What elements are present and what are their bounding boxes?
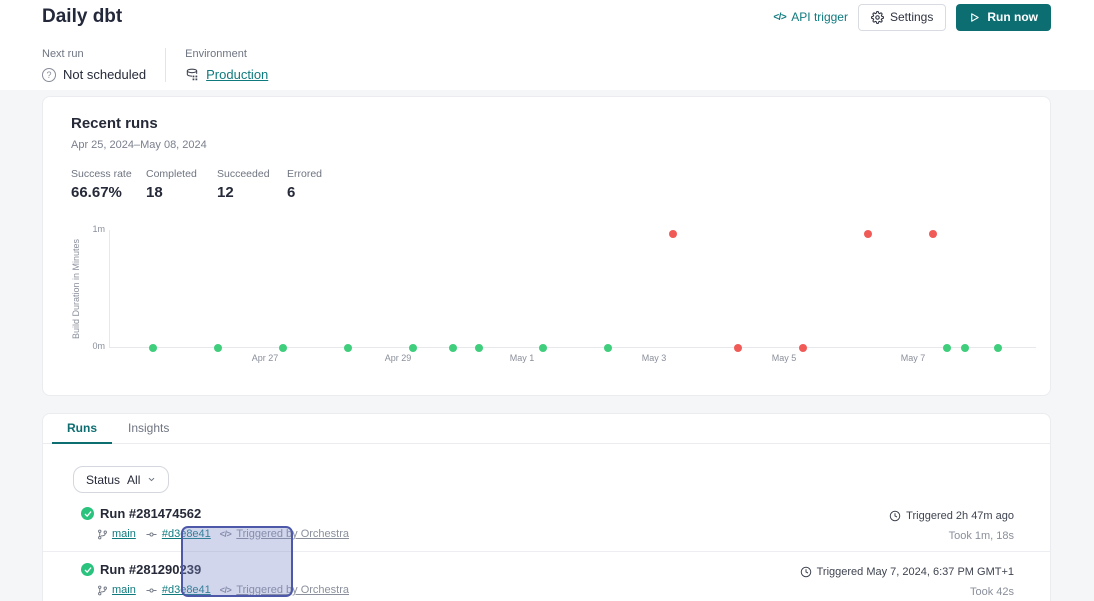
chart-point-success[interactable] bbox=[475, 344, 483, 352]
chart-point-success[interactable] bbox=[409, 344, 417, 352]
chevron-down-icon bbox=[147, 475, 156, 484]
run-meta: Triggered 2h 47m ago Took 1m, 18s bbox=[889, 506, 1014, 542]
took-text: Took 1m, 18s bbox=[889, 530, 1014, 542]
settings-button[interactable]: Settings bbox=[858, 4, 946, 31]
git-branch-icon bbox=[97, 529, 108, 540]
chart-point-error[interactable] bbox=[929, 230, 937, 238]
chart-y-tick-1m: 1m bbox=[81, 224, 105, 234]
settings-label: Settings bbox=[890, 10, 933, 24]
chart-point-error[interactable] bbox=[734, 344, 742, 352]
meta-divider bbox=[165, 48, 166, 82]
api-trigger-label: API trigger bbox=[791, 10, 848, 24]
chart-point-error[interactable] bbox=[669, 230, 677, 238]
recent-runs-title: Recent runs bbox=[71, 115, 1022, 132]
run-now-label: Run now bbox=[987, 10, 1038, 24]
next-run-value: Not scheduled bbox=[63, 67, 146, 82]
success-check-icon bbox=[81, 507, 94, 520]
triggered-text: Triggered May 7, 2024, 6:37 PM GMT+1 bbox=[817, 566, 1014, 578]
run-now-button[interactable]: Run now bbox=[956, 4, 1051, 31]
status-filter-value: All bbox=[127, 473, 140, 487]
clock-icon bbox=[889, 510, 901, 522]
chart-point-success[interactable] bbox=[604, 344, 612, 352]
run-list: Run #281474562 main bbox=[43, 506, 1050, 601]
stat-errored: Errored 6 bbox=[287, 168, 322, 201]
code-icon: </> bbox=[773, 12, 786, 23]
chart-plot: Apr 27Apr 29May 1May 3May 5May 7 bbox=[109, 230, 1036, 348]
chart-point-success[interactable] bbox=[994, 344, 1002, 352]
code-icon: </> bbox=[220, 529, 232, 539]
run-title: Run #281290239 bbox=[100, 562, 201, 577]
git-branch-icon bbox=[97, 585, 108, 596]
success-check-icon bbox=[81, 563, 94, 576]
tab-runs[interactable]: Runs bbox=[52, 414, 112, 444]
api-trigger-link[interactable]: </> API trigger bbox=[773, 10, 848, 24]
code-icon: </> bbox=[220, 585, 232, 595]
commit-link[interactable]: #d3e8e41 bbox=[162, 584, 211, 596]
stat-succeeded: Succeeded 12 bbox=[217, 168, 287, 201]
play-icon bbox=[969, 12, 980, 23]
branch-link[interactable]: main bbox=[112, 584, 136, 596]
chart-point-success[interactable] bbox=[539, 344, 547, 352]
chart-point-success[interactable] bbox=[943, 344, 951, 352]
run-meta: Triggered May 7, 2024, 6:37 PM GMT+1 Too… bbox=[800, 562, 1014, 598]
status-filter-label: Status bbox=[86, 473, 120, 487]
recent-runs-date-range: Apr 25, 2024–May 08, 2024 bbox=[71, 139, 1022, 151]
next-run-block: Next run ? Not scheduled bbox=[42, 48, 146, 82]
trigger-source-chip[interactable]: </> Triggered by Orchestra bbox=[220, 528, 349, 540]
chart-point-error[interactable] bbox=[799, 344, 807, 352]
job-meta: Next run ? Not scheduled Environment bbox=[42, 48, 1051, 82]
chart-point-success[interactable] bbox=[214, 344, 222, 352]
environment-link[interactable]: Production bbox=[206, 67, 268, 82]
chart-point-error[interactable] bbox=[864, 230, 872, 238]
commit-link[interactable]: #d3e8e41 bbox=[162, 528, 211, 540]
run-row[interactable]: Run #281290239 main bbox=[43, 552, 1050, 601]
chart-y-axis-label: Build Duration in Minutes bbox=[71, 239, 81, 339]
trigger-source-link[interactable]: Triggered by Orchestra bbox=[236, 584, 349, 596]
gear-icon bbox=[871, 11, 884, 24]
chart-x-tick: May 1 bbox=[510, 353, 535, 363]
header-actions: </> API trigger Settings Run bbox=[773, 4, 1051, 31]
stat-success-rate: Success rate 66.67% bbox=[71, 168, 146, 201]
tab-insights[interactable]: Insights bbox=[112, 414, 185, 443]
chart-x-tick: Apr 29 bbox=[385, 353, 412, 363]
page-content: Recent runs Apr 25, 2024–May 08, 2024 Su… bbox=[0, 90, 1094, 599]
chart-point-success[interactable] bbox=[449, 344, 457, 352]
environment-block: Environment Production bbox=[185, 48, 268, 82]
trigger-source-link[interactable]: Triggered by Orchestra bbox=[236, 528, 349, 540]
branch-link[interactable]: main bbox=[112, 528, 136, 540]
chart-y-tick-0m: 0m bbox=[81, 341, 105, 351]
chart-point-success[interactable] bbox=[149, 344, 157, 352]
page-title: Daily dbt bbox=[42, 6, 122, 28]
git-commit-icon bbox=[145, 585, 158, 596]
triggered-text: Triggered 2h 47m ago bbox=[906, 510, 1014, 522]
trigger-source-chip[interactable]: </> Triggered by Orchestra bbox=[220, 584, 349, 596]
clock-icon bbox=[800, 566, 812, 578]
page-header: Daily dbt </> API trigger Settings bbox=[0, 0, 1094, 90]
git-commit-icon bbox=[145, 529, 158, 540]
chart-x-tick: May 3 bbox=[642, 353, 667, 363]
filter-row: Status All bbox=[43, 444, 1050, 493]
took-text: Took 42s bbox=[800, 586, 1014, 598]
tab-bar: Runs Insights bbox=[43, 414, 1050, 444]
chart-x-tick: May 5 bbox=[772, 353, 797, 363]
help-circle-icon[interactable]: ? bbox=[42, 68, 56, 82]
run-row[interactable]: Run #281474562 main bbox=[43, 506, 1050, 552]
chart-x-tick: May 7 bbox=[901, 353, 926, 363]
recent-runs-card: Recent runs Apr 25, 2024–May 08, 2024 Su… bbox=[42, 96, 1051, 396]
stat-completed: Completed 18 bbox=[146, 168, 217, 201]
environment-icon bbox=[185, 68, 199, 82]
environment-label: Environment bbox=[185, 48, 268, 60]
chart-point-success[interactable] bbox=[344, 344, 352, 352]
chart-x-tick: Apr 27 bbox=[252, 353, 279, 363]
chart-point-success[interactable] bbox=[279, 344, 287, 352]
recent-runs-stats: Success rate 66.67% Completed 18 Succeed… bbox=[71, 168, 1022, 201]
run-main: Run #281290239 main bbox=[81, 562, 349, 598]
next-run-label: Next run bbox=[42, 48, 146, 60]
chart-point-success[interactable] bbox=[961, 344, 969, 352]
runs-card: Runs Insights Status All bbox=[42, 413, 1051, 601]
run-main: Run #281474562 main bbox=[81, 506, 349, 542]
run-title: Run #281474562 bbox=[100, 506, 201, 521]
status-filter-dropdown[interactable]: Status All bbox=[73, 466, 169, 493]
